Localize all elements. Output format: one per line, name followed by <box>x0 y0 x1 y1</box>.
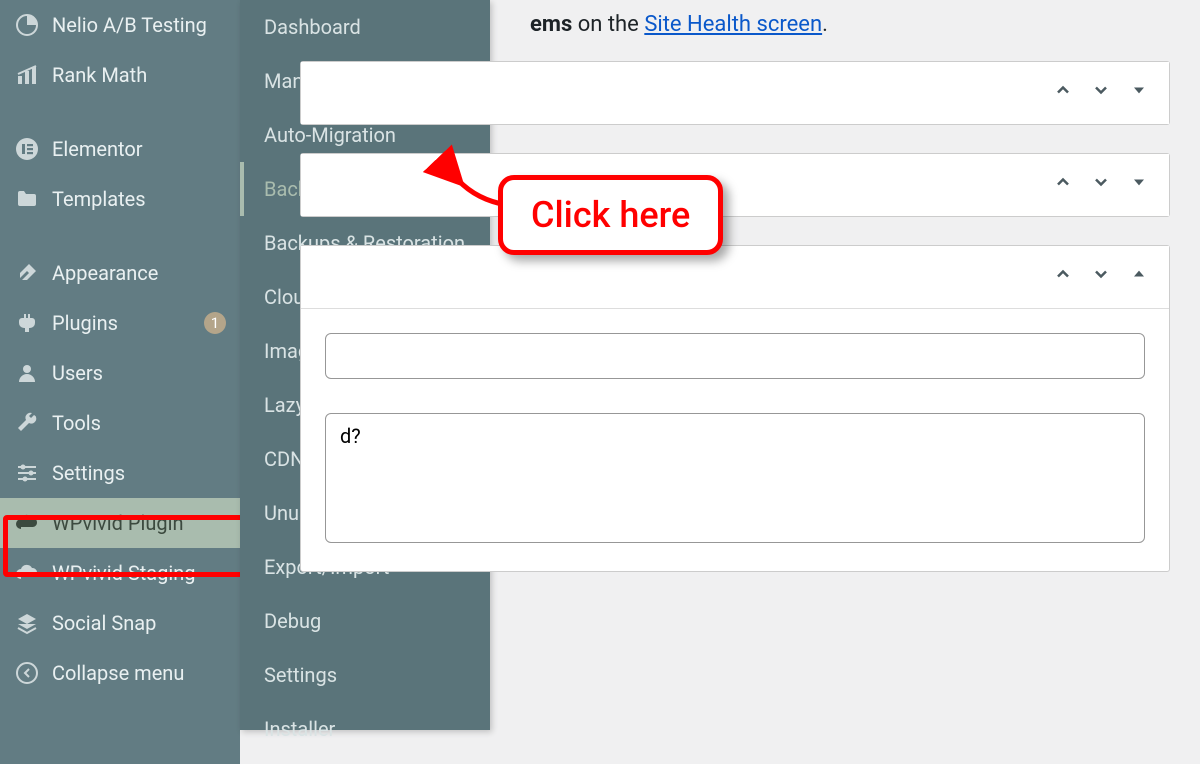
sliders-icon <box>14 460 40 486</box>
toggle-icon[interactable] <box>1129 264 1149 290</box>
sidebar-item-socialsnap[interactable]: Social Snap <box>0 598 240 648</box>
admin-sidebar: Nelio A/B Testing Rank Math Elementor Te… <box>0 0 240 764</box>
user-icon <box>14 360 40 386</box>
sidebar-item-wpvivid-staging[interactable]: WPvivid Staging <box>0 548 240 598</box>
callout-text: Click here <box>531 194 690 236</box>
panel-header[interactable] <box>301 154 1169 216</box>
move-down-icon[interactable] <box>1091 80 1111 106</box>
cloud-icon <box>14 510 40 536</box>
collapsible-panel-3 <box>300 245 1170 572</box>
move-up-icon[interactable] <box>1053 80 1073 106</box>
sidebar-item-wpvivid[interactable]: WPvivid Plugin <box>0 498 240 548</box>
annotation-callout: Click here <box>498 175 723 255</box>
collapsible-panel-1 <box>300 61 1170 125</box>
site-health-link[interactable]: Site Health screen <box>644 12 822 37</box>
sidebar-item-plugins[interactable]: Plugins 1 <box>0 298 240 348</box>
sidebar-item-settings[interactable]: Settings <box>0 448 240 498</box>
sidebar-item-label: Tools <box>52 411 226 435</box>
sidebar-item-rankmath[interactable]: Rank Math <box>0 50 240 100</box>
collapsible-panel-2 <box>300 153 1170 217</box>
cloud-icon <box>14 560 40 586</box>
main-content: ems on the Site Health screen. <box>270 0 1200 764</box>
sidebar-item-label: Social Snap <box>52 611 226 635</box>
sidebar-item-appearance[interactable]: Appearance <box>0 248 240 298</box>
sidebar-item-label: Templates <box>52 187 226 211</box>
panel-header[interactable] <box>301 246 1169 308</box>
panel-header[interactable] <box>301 62 1169 124</box>
sidebar-item-elementor[interactable]: Elementor <box>0 124 240 174</box>
sidebar-item-tools[interactable]: Tools <box>0 398 240 448</box>
move-down-icon[interactable] <box>1091 264 1111 290</box>
plugin-update-badge: 1 <box>204 312 226 334</box>
toggle-icon[interactable] <box>1129 80 1149 106</box>
wrench-icon <box>14 410 40 436</box>
sidebar-item-label: Settings <box>52 461 226 485</box>
sidebar-item-label: Rank Math <box>52 63 226 87</box>
sidebar-item-nelio[interactable]: Nelio A/B Testing <box>0 0 240 50</box>
sidebar-item-templates[interactable]: Templates <box>0 174 240 224</box>
chart-icon <box>14 62 40 88</box>
sidebar-item-label: WPvivid Plugin <box>52 511 226 535</box>
sidebar-item-users[interactable]: Users <box>0 348 240 398</box>
sidebar-item-label: Nelio A/B Testing <box>52 13 226 37</box>
sidebar-item-label: Plugins <box>52 311 188 335</box>
move-down-icon[interactable] <box>1091 172 1111 198</box>
move-up-icon[interactable] <box>1053 172 1073 198</box>
sidebar-item-label: Appearance <box>52 261 226 285</box>
ab-test-icon <box>14 12 40 38</box>
site-health-text: ems on the Site Health screen. <box>530 12 1170 37</box>
sidebar-item-label: Elementor <box>52 137 226 161</box>
sidebar-item-label: WPvivid Staging <box>52 561 226 585</box>
plug-icon <box>14 310 40 336</box>
brush-icon <box>14 260 40 286</box>
move-up-icon[interactable] <box>1053 264 1073 290</box>
layers-icon <box>14 610 40 636</box>
panel-body <box>301 308 1169 571</box>
text-input[interactable] <box>325 333 1145 379</box>
folder-icon <box>14 186 40 212</box>
elementor-icon <box>14 136 40 162</box>
toggle-icon[interactable] <box>1129 172 1149 198</box>
collapse-icon <box>14 660 40 686</box>
sidebar-item-collapse[interactable]: Collapse menu <box>0 648 240 698</box>
sidebar-item-label: Users <box>52 361 226 385</box>
textarea-input[interactable] <box>325 413 1145 543</box>
sidebar-item-label: Collapse menu <box>52 661 226 685</box>
